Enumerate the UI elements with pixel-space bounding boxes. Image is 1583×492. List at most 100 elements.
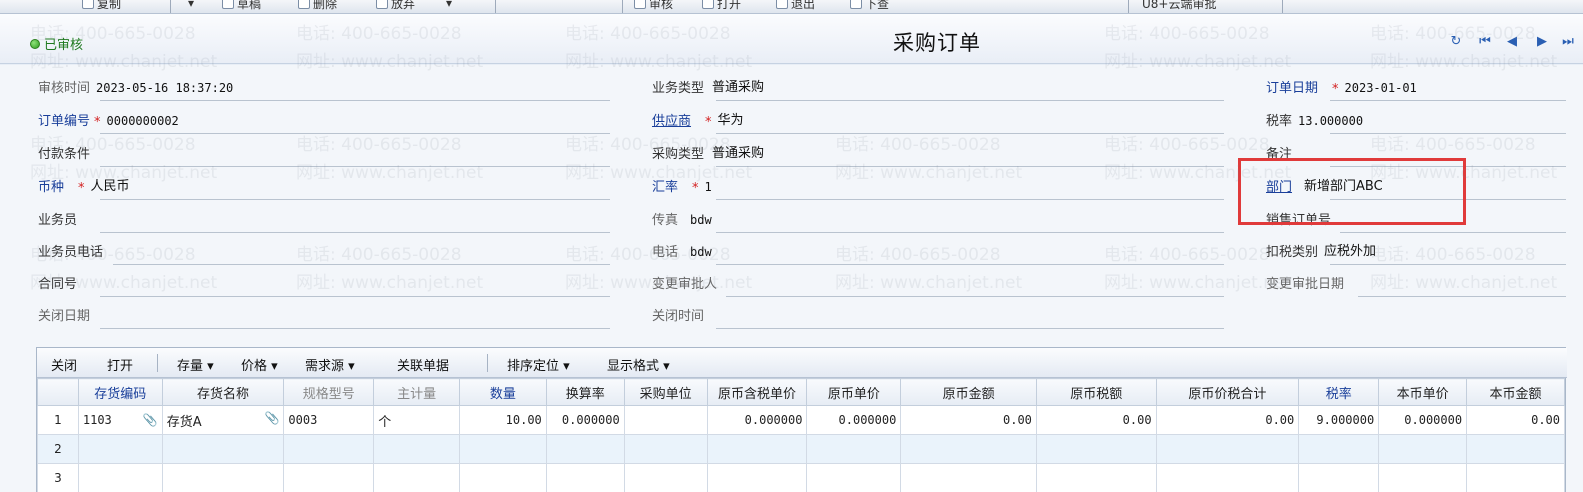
column-header[interactable]: 主计量 [373,378,460,406]
cell-inventory-name[interactable] [161,434,285,464]
first-record-icon[interactable]: ⏮ [1477,34,1493,50]
order-no-field[interactable]: 订单编号 * 0000000002 [38,106,610,134]
cell-local-unit-price[interactable] [1378,463,1468,492]
table-row[interactable]: 3 [37,463,1565,492]
cell-conversion-rate[interactable]: 0.000000 [545,405,625,435]
tax-rate-field[interactable]: 税率 13.000000 [1266,106,1566,134]
toolbar-delete-button[interactable]: 删除 [298,0,337,12]
salesman-field[interactable]: 业务员 [38,205,610,233]
purchase-type-field[interactable]: 采购类型 普通采购 [652,139,1224,167]
toolbar-open-button[interactable]: 打开 [702,0,741,12]
cell-inventory-name[interactable]: 存货A 📎 [161,405,285,435]
cell-spec[interactable] [283,434,375,464]
audit-time-field[interactable]: 审核时间 2023-05-16 18:37:20 [38,73,610,101]
toolbar-dropdown-button[interactable]: ▾ [188,0,194,12]
cell-purchase-unit[interactable] [623,405,708,435]
cell-local-amount[interactable] [1466,463,1565,492]
cell-unit-price[interactable] [806,434,902,464]
phone-field[interactable]: 电话 bdw [652,237,1224,265]
cell-tax-incl-price[interactable]: 0.000000 [706,405,808,435]
paperclip-icon[interactable]: 📎 [143,413,158,427]
cell-local-unit-price[interactable] [1378,434,1468,464]
cell-tax-amount[interactable] [1035,434,1157,464]
cell-tax-amount[interactable]: 0.00 [1035,405,1157,435]
grid-stock-button[interactable]: 存量 ▾ [177,355,214,374]
payment-terms-field[interactable]: 付款条件 [38,139,610,167]
cell-unit[interactable] [373,463,460,492]
grid-close-button[interactable]: 关闭 [51,355,77,374]
contract-no-field[interactable]: 合同号 [38,269,610,297]
cell-inventory-code[interactable] [77,434,163,464]
column-header[interactable]: 原币单价 [806,378,902,406]
cell-conversion-rate[interactable] [545,463,625,492]
column-header[interactable]: 原币税额 [1035,378,1157,406]
close-time-field[interactable]: 关闭时间 [652,301,1224,329]
column-header[interactable]: 本币单价 [1378,378,1468,406]
cell-spec[interactable] [283,463,375,492]
paperclip-icon[interactable]: 📎 [264,411,279,425]
currency-field[interactable]: 币种 * 人民币 [38,172,610,200]
column-header[interactable]: 存货编码 [77,378,163,406]
toolbar-drilldown-button[interactable]: 下查 [850,0,889,12]
column-header[interactable]: 规格型号 [283,378,375,406]
cell-unit-price[interactable] [806,463,902,492]
toolbar-cloud-approve-button[interactable]: U8+云端审批 [1142,0,1216,12]
column-header[interactable]: 税率 [1298,378,1380,406]
cell-inventory-name[interactable] [161,463,285,492]
order-date-field[interactable]: 订单日期 * 2023-01-01 [1266,73,1566,101]
cell-quantity[interactable] [458,434,547,464]
cell-purchase-unit[interactable] [623,463,708,492]
change-approver-field[interactable]: 变更审批人 [652,269,1224,297]
grid-display-format-button[interactable]: 显示格式 ▾ [607,355,670,374]
cell-inventory-code[interactable]: 1103 📎 [77,405,163,435]
cell-local-amount[interactable]: 0.00 [1466,405,1565,435]
prev-record-icon[interactable]: ◀ [1504,34,1520,50]
column-header[interactable]: 原币价税合计 [1155,378,1300,406]
last-record-icon[interactable]: ⏭ [1560,34,1576,50]
toolbar-copy-button[interactable]: 复制 [82,0,121,12]
cell-unit[interactable]: 个 [373,405,460,435]
cell-amount[interactable] [900,463,1037,492]
grid-linked-docs-button[interactable]: 关联单据 [397,355,449,374]
cell-tax-rate[interactable] [1298,434,1380,464]
cell-conversion-rate[interactable] [545,434,625,464]
grid-demand-source-button[interactable]: 需求源 ▾ [305,355,355,374]
cell-amount[interactable] [900,434,1037,464]
cell-total[interactable]: 0.00 [1155,405,1300,435]
cell-tax-incl-price[interactable] [706,463,808,492]
toolbar-draft-button[interactable]: 草稿 [222,0,261,12]
cell-tax-rate[interactable]: 9.000000 [1298,405,1380,435]
cell-local-unit-price[interactable]: 0.000000 [1378,405,1468,435]
fax-field[interactable]: 传真 bdw [652,205,1224,233]
grid-sort-locate-button[interactable]: 排序定位 ▾ [507,355,570,374]
cell-tax-incl-price[interactable] [706,434,808,464]
cell-unit-price[interactable]: 0.000000 [806,405,902,435]
grid-open-button[interactable]: 打开 [107,355,133,374]
cell-total[interactable] [1155,463,1300,492]
deduct-tax-type-field[interactable]: 扣税类别 应税外加 [1266,237,1566,265]
cell-tax-amount[interactable] [1035,463,1157,492]
column-header[interactable]: 原币金额 [900,378,1037,406]
cell-amount[interactable]: 0.00 [900,405,1037,435]
cell-purchase-unit[interactable] [623,434,708,464]
business-type-field[interactable]: 业务类型 普通采购 [652,73,1224,101]
cell-total[interactable] [1155,434,1300,464]
column-header[interactable]: 本币金额 [1466,378,1565,406]
column-header[interactable]: 换算率 [545,378,625,406]
cell-tax-rate[interactable] [1298,463,1380,492]
change-approve-date-field[interactable]: 变更审批日期 [1266,269,1566,297]
table-row[interactable]: 2 [37,434,1565,464]
cell-quantity[interactable] [458,463,547,492]
table-row[interactable]: 1 1103 📎 存货A 📎 0003 个 10.00 0.000000 0.000… [37,405,1565,435]
close-date-field[interactable]: 关闭日期 [38,301,610,329]
toolbar-audit-button[interactable]: 审核 [634,0,673,12]
cell-inventory-code[interactable] [77,463,163,492]
column-header[interactable]: 存货名称 [161,378,285,406]
supplier-field[interactable]: 供应商 * 华为 [652,106,1224,134]
cell-spec[interactable]: 0003 [283,405,375,435]
cell-unit[interactable] [373,434,460,464]
toolbar-exit-button[interactable]: 退出 [776,0,815,12]
cell-local-amount[interactable] [1466,434,1565,464]
salesman-phone-field[interactable]: 业务员电话 [38,237,610,265]
grid-price-button[interactable]: 价格 ▾ [241,355,278,374]
